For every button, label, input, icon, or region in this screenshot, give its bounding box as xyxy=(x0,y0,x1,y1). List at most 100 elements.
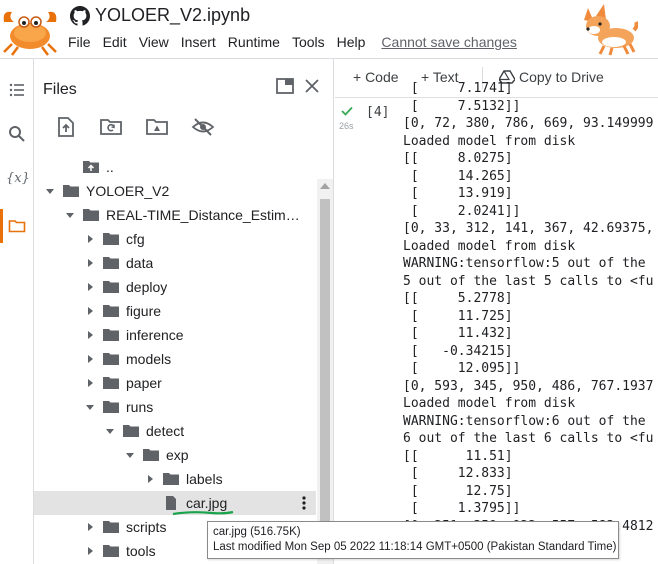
parent-dir-item[interactable]: .. xyxy=(34,155,316,179)
menu-runtime[interactable]: Runtime xyxy=(228,34,280,50)
menu-help[interactable]: Help xyxy=(337,34,366,50)
folder-item[interactable]: labels xyxy=(34,467,316,491)
refresh-folder-icon[interactable] xyxy=(99,115,123,139)
tree-item-label: figure xyxy=(126,303,162,319)
cannot-save-link[interactable]: Cannot save changes xyxy=(381,34,516,50)
active-tab-indicator xyxy=(0,209,3,243)
folder-item[interactable]: models xyxy=(34,347,316,371)
caret-right-icon[interactable] xyxy=(84,521,96,533)
folder-icon xyxy=(123,425,139,437)
output-line: Loaded model from disk xyxy=(403,238,576,254)
caret-right-icon[interactable] xyxy=(84,353,96,365)
file-tooltip: car.jpg (516.75K) Last modified Mon Sep … xyxy=(207,521,619,559)
folder-item[interactable]: cfg xyxy=(34,227,316,251)
output-line: [0, 72, 380, 786, 669, 93.149999 xyxy=(403,116,654,131)
folder-item[interactable]: detect xyxy=(34,419,316,443)
run-success-check-icon xyxy=(341,106,353,116)
tree-item-label: labels xyxy=(186,471,223,487)
scrollbar-thumb[interactable] xyxy=(320,199,330,544)
caret-right-icon[interactable] xyxy=(84,233,96,245)
tree-item-label: data xyxy=(126,255,154,271)
mount-drive-icon[interactable] xyxy=(145,115,169,139)
folder-icon xyxy=(103,353,119,365)
output-line: [[ 5.2778] xyxy=(403,291,513,306)
cell-output: [ 7.1741] [ 7.5132]] [0, 72, 380, 786, 66… xyxy=(403,80,658,535)
folder-item[interactable]: exp xyxy=(34,443,316,467)
caret-right-icon[interactable] xyxy=(84,257,96,269)
folder-icon xyxy=(103,281,119,293)
more-options-icon[interactable] xyxy=(302,495,306,511)
tree-item-label: models xyxy=(126,351,172,367)
output-line: 5 out of the last 5 calls to <fu xyxy=(403,273,654,289)
search-icon[interactable] xyxy=(8,125,26,143)
execution-time: 26s xyxy=(339,121,354,131)
output-line: [ 2.0241]] xyxy=(403,203,521,219)
toc-icon[interactable] xyxy=(8,81,26,99)
folder-icon xyxy=(103,521,119,533)
cell-gutter: 26s [4] xyxy=(335,99,399,179)
caret-down-icon[interactable] xyxy=(104,425,116,437)
caret-right-icon[interactable] xyxy=(84,281,96,293)
output-line: [ 12.75] xyxy=(403,483,513,499)
cell-execution-count[interactable]: [4] xyxy=(366,105,389,120)
scroll-up-arrow[interactable] xyxy=(320,183,330,189)
folder-icon xyxy=(103,233,119,245)
notebook-title[interactable]: YOLOER_V2.ipynb xyxy=(95,5,250,26)
variables-icon[interactable]: {x} xyxy=(6,171,30,189)
folder-icon[interactable] xyxy=(8,217,26,235)
folder-item[interactable]: figure xyxy=(34,299,316,323)
caret-down-icon[interactable] xyxy=(44,185,56,197)
github-icon[interactable] xyxy=(70,6,90,26)
menu-insert[interactable]: Insert xyxy=(181,34,216,50)
caret-right-icon[interactable] xyxy=(84,305,96,317)
folder-item[interactable]: data xyxy=(34,251,316,275)
tree-item-label: .. xyxy=(106,159,114,175)
add-code-button[interactable]: + Code xyxy=(353,69,399,85)
output-line: WARNING:tensorflow:6 out of the xyxy=(403,413,646,429)
output-line: [0, 593, 345, 950, 486, 767.1937 xyxy=(403,378,654,394)
upload-icon[interactable] xyxy=(54,115,78,139)
menu-bar: File Edit View Insert Runtime Tools Help… xyxy=(68,34,529,50)
tree-item-label: detect xyxy=(146,423,185,439)
menu-tools[interactable]: Tools xyxy=(292,34,325,50)
output-line: [ 12.833] xyxy=(403,466,513,481)
caret-down-icon[interactable] xyxy=(124,449,136,461)
open-in-tab-icon[interactable] xyxy=(274,75,296,97)
caret-down-icon[interactable] xyxy=(64,209,76,221)
tree-item-label: exp xyxy=(166,447,189,463)
tree-item-label: tools xyxy=(126,543,156,559)
menu-file[interactable]: File xyxy=(68,34,91,50)
menu-edit[interactable]: Edit xyxy=(103,34,127,50)
folder-item[interactable]: runs xyxy=(34,395,316,419)
app-header: YOLOER_V2.ipynb File Edit View Insert Ru… xyxy=(0,0,658,58)
output-line: Loaded model from disk xyxy=(403,133,576,149)
menu-view[interactable]: View xyxy=(139,34,169,50)
folder-up-icon xyxy=(83,161,99,173)
folder-item[interactable]: inference xyxy=(34,323,316,347)
caret-right-icon[interactable] xyxy=(84,329,96,341)
folder-item[interactable]: YOLOER_V2 xyxy=(34,179,316,203)
folder-icon xyxy=(63,185,79,197)
colab-crab-logo[interactable] xyxy=(0,4,60,56)
tree-item-label: cfg xyxy=(126,231,145,247)
folder-item[interactable]: REAL-TIME_Distance_Estimat... xyxy=(34,203,316,227)
tree-item-label: deploy xyxy=(126,279,168,295)
folder-icon xyxy=(163,473,179,485)
folder-item[interactable]: deploy xyxy=(34,275,316,299)
tree-item-label: REAL-TIME_Distance_Estimat... xyxy=(106,207,304,223)
output-line: [0, 33, 312, 141, 367, 42.69375, xyxy=(403,221,654,236)
folder-item[interactable]: paper xyxy=(34,371,316,395)
caret-down-icon[interactable] xyxy=(84,401,96,413)
hide-files-icon[interactable] xyxy=(191,115,215,139)
output-line: [ 7.1741] xyxy=(403,81,513,96)
caret-right-icon[interactable] xyxy=(84,545,96,557)
folder-icon xyxy=(103,305,119,317)
folder-icon xyxy=(103,545,119,557)
close-icon[interactable] xyxy=(301,75,323,97)
file-icon xyxy=(166,496,176,510)
output-line: [ 11.432] xyxy=(403,326,513,341)
caret-right-icon[interactable] xyxy=(84,377,96,389)
tooltip-modified: Last modified Mon Sep 05 2022 11:18:14 G… xyxy=(213,541,617,553)
left-rail: {x} xyxy=(0,59,34,564)
caret-right-icon[interactable] xyxy=(144,473,156,485)
